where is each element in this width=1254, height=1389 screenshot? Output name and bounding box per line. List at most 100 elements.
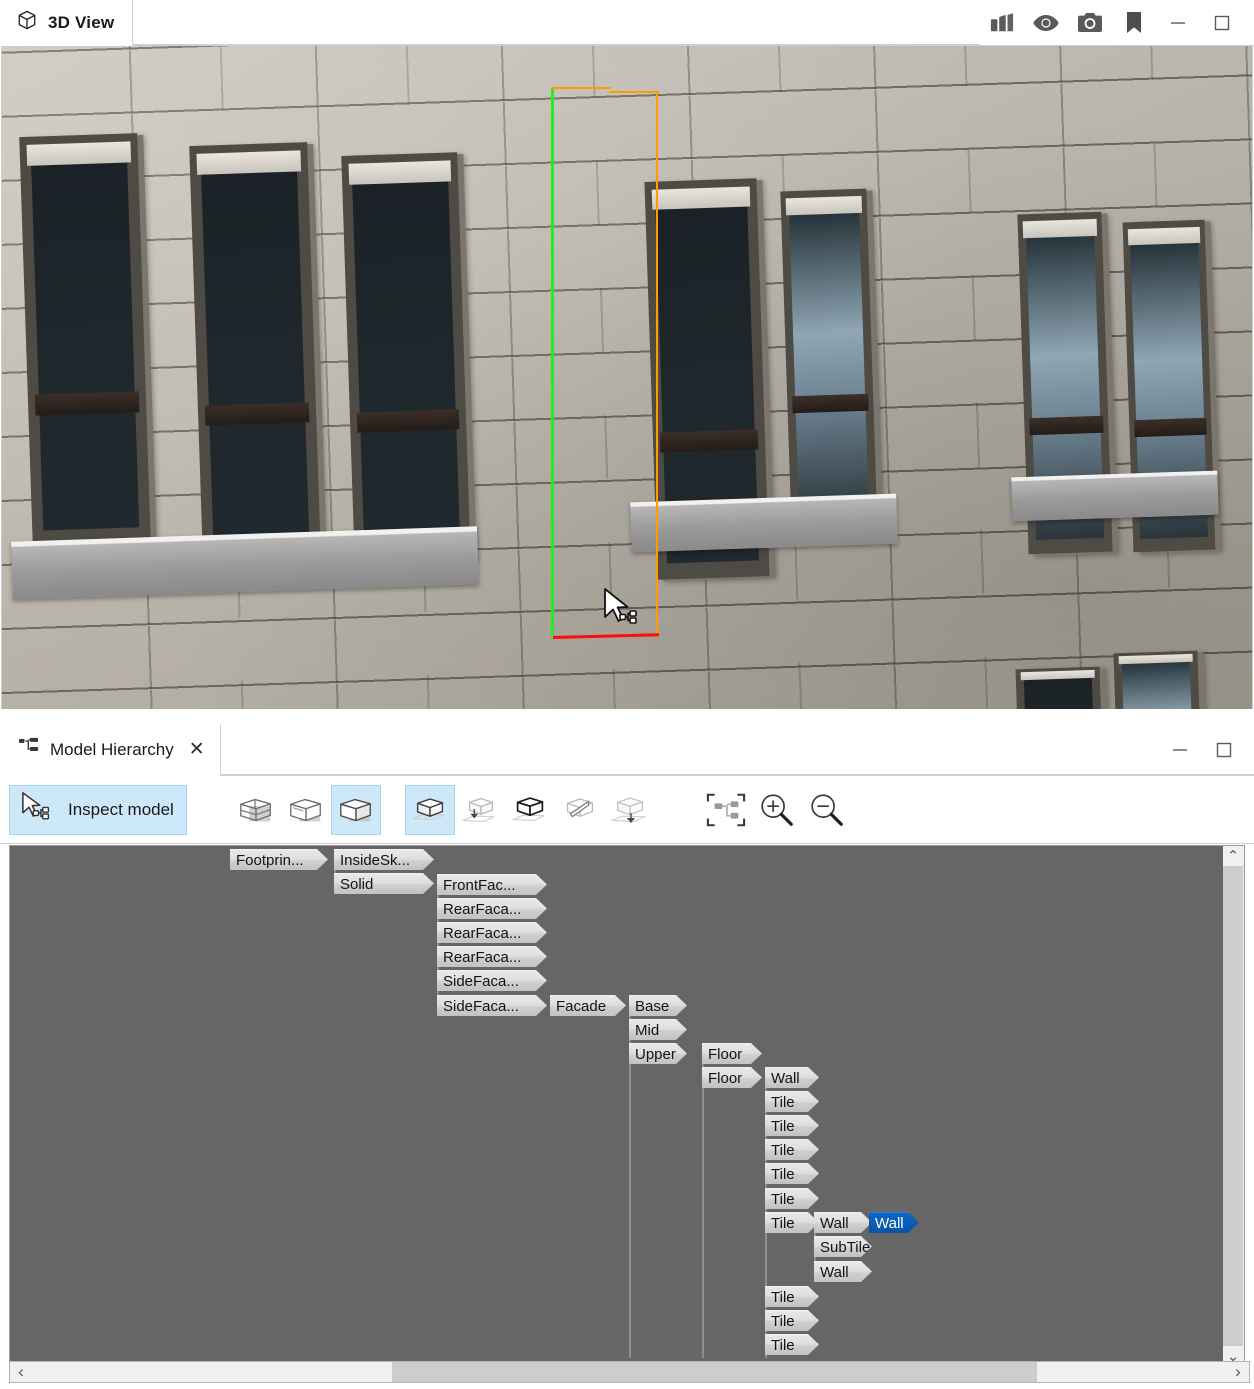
layout-collapse-down-icon[interactable] <box>455 785 505 835</box>
horizontal-scrollbar-thumb[interactable] <box>392 1362 1037 1382</box>
tree-node-label: RearFaca... <box>443 925 521 942</box>
tree-node[interactable]: Wall <box>765 1067 819 1088</box>
tab-3d-view-label: 3D View <box>48 13 114 33</box>
vertical-scrollbar-track[interactable] <box>1223 866 1243 1346</box>
tree-node[interactable]: Footprin... <box>230 849 328 870</box>
sill-band-right <box>1011 471 1218 522</box>
tree-node[interactable]: Wall <box>814 1212 872 1233</box>
fit-to-view-icon[interactable] <box>701 785 751 835</box>
3d-view-titlebar: 3D View <box>0 0 1254 46</box>
layout-default-icon[interactable] <box>405 785 455 835</box>
3d-viewport[interactable] <box>1 46 1253 709</box>
tree-node[interactable]: Tile <box>765 1286 819 1307</box>
tree-node[interactable]: RearFaca... <box>437 898 547 919</box>
tree-node[interactable]: RearFaca... <box>437 922 547 943</box>
tab-3d-view[interactable]: 3D View <box>0 0 133 46</box>
tree-node[interactable]: InsideSk... <box>334 849 434 870</box>
model-hierarchy-titlebar: Model Hierarchy ✕ <box>0 724 1254 776</box>
layers-icon[interactable] <box>980 0 1024 46</box>
model-hierarchy-toolbar: Inspect model <box>0 776 1254 844</box>
show-hidden-line-boxes-icon[interactable] <box>281 785 331 835</box>
tree-node[interactable]: Wall <box>814 1261 872 1282</box>
zoom-in-icon[interactable] <box>751 785 801 835</box>
tree-node[interactable]: Tile <box>765 1310 819 1331</box>
tree-node[interactable]: Tile <box>765 1139 819 1160</box>
scroll-left-arrow[interactable]: ‹ <box>10 1362 32 1382</box>
tree-node[interactable]: Tile <box>765 1091 819 1112</box>
vertical-scrollbar[interactable]: ⌃ ⌄ <box>1223 845 1245 1367</box>
tree-node-selected[interactable]: Wall <box>869 1212 919 1233</box>
tree-node[interactable]: Tile <box>765 1163 819 1184</box>
tab-model-hierarchy[interactable]: Model Hierarchy ✕ <box>0 724 221 776</box>
tree-node[interactable]: SideFaca... <box>437 970 547 991</box>
layout-split-icon[interactable] <box>555 785 605 835</box>
sill-band-middle <box>630 494 898 553</box>
tree-node-label: Mid <box>635 1022 659 1039</box>
tree-node[interactable]: Tile <box>765 1188 819 1209</box>
tree-node-label: Tile <box>771 1118 795 1135</box>
tree-connector <box>702 1056 704 1358</box>
minimize-button[interactable] <box>1158 724 1202 776</box>
tree-node-label: Floor <box>708 1046 742 1063</box>
window-upper-1 <box>19 133 151 547</box>
tree-node-label: Tile <box>771 1094 795 1111</box>
horizontal-scrollbar[interactable]: ‹ › <box>9 1361 1250 1383</box>
tree-node-label: InsideSk... <box>340 852 410 869</box>
tree-node-label: Tile <box>771 1166 795 1183</box>
tree-node-label: Facade <box>556 998 606 1015</box>
3d-view-panel: 3D View <box>0 0 1254 710</box>
cursor-hierarchy-icon <box>18 790 58 829</box>
scroll-right-arrow[interactable]: › <box>1227 1362 1249 1382</box>
tree-node-label: SideFaca... <box>443 998 519 1015</box>
building-facade-render <box>1 46 1253 709</box>
maximize-button[interactable] <box>1202 724 1246 776</box>
mh-titlebar-filler <box>221 724 1254 775</box>
tab-model-hierarchy-label: Model Hierarchy <box>50 740 174 760</box>
tree-node[interactable]: SideFaca... <box>437 995 547 1016</box>
tree-node-label: Upper <box>635 1046 676 1063</box>
inspect-model-label: Inspect model <box>68 800 174 820</box>
model-hierarchy-panel: Model Hierarchy ✕ <box>0 710 1254 1389</box>
tree-node-label: FrontFac... <box>443 877 516 894</box>
show-wireframe-boxes-icon[interactable] <box>231 785 281 835</box>
bookmark-icon[interactable] <box>1112 0 1156 46</box>
model-hierarchy-window-buttons <box>1158 724 1246 776</box>
window-upper-2 <box>189 142 321 558</box>
show-solid-boxes-icon[interactable] <box>331 785 381 835</box>
window-lower-4 <box>1113 651 1202 709</box>
tree-node[interactable]: SubTile <box>814 1236 872 1257</box>
tree-node-label: Footprin... <box>236 852 304 869</box>
maximize-button[interactable] <box>1200 0 1244 46</box>
tree-node[interactable]: Tile <box>765 1212 819 1233</box>
inspect-model-button[interactable]: Inspect model <box>9 785 187 835</box>
tree-node-label: Tile <box>771 1313 795 1330</box>
eye-icon[interactable] <box>1024 0 1068 46</box>
tree-node[interactable]: Tile <box>765 1334 819 1355</box>
minimize-button[interactable] <box>1156 0 1200 46</box>
tree-node[interactable]: Upper <box>629 1043 687 1064</box>
hierarchy-graph-canvas[interactable]: Footprin... InsideSk... Solid FrontFac... Re… <box>9 845 1228 1367</box>
tree-node-label: Tile <box>771 1289 795 1306</box>
application-window: 3D View <box>0 0 1254 1389</box>
tree-node[interactable]: RearFaca... <box>437 946 547 967</box>
tree-node[interactable]: Tile <box>765 1115 819 1136</box>
camera-icon[interactable] <box>1068 0 1112 46</box>
tree-node[interactable]: Solid <box>334 873 434 894</box>
tree-node[interactable]: FrontFac... <box>437 874 547 895</box>
3d-view-window-buttons <box>980 0 1254 45</box>
tree-node-label: Floor <box>708 1070 742 1087</box>
tree-node[interactable]: Floor <box>702 1043 762 1064</box>
window-upper-5 <box>780 189 877 534</box>
layout-expand-down-icon[interactable] <box>605 785 655 835</box>
tree-node[interactable]: Facade <box>550 995 626 1016</box>
tree-node[interactable]: Mid <box>629 1019 687 1040</box>
zoom-out-icon[interactable] <box>801 785 851 835</box>
scroll-up-arrow[interactable]: ⌃ <box>1223 846 1243 866</box>
tree-node-label: Base <box>635 998 669 1015</box>
tree-node-label: Wall <box>820 1264 849 1281</box>
close-icon[interactable]: ✕ <box>184 737 210 763</box>
layout-solid-icon[interactable] <box>505 785 555 835</box>
tree-node[interactable]: Base <box>629 995 687 1016</box>
tree-node-label: SideFaca... <box>443 973 519 990</box>
tree-node[interactable]: Floor <box>702 1067 762 1088</box>
